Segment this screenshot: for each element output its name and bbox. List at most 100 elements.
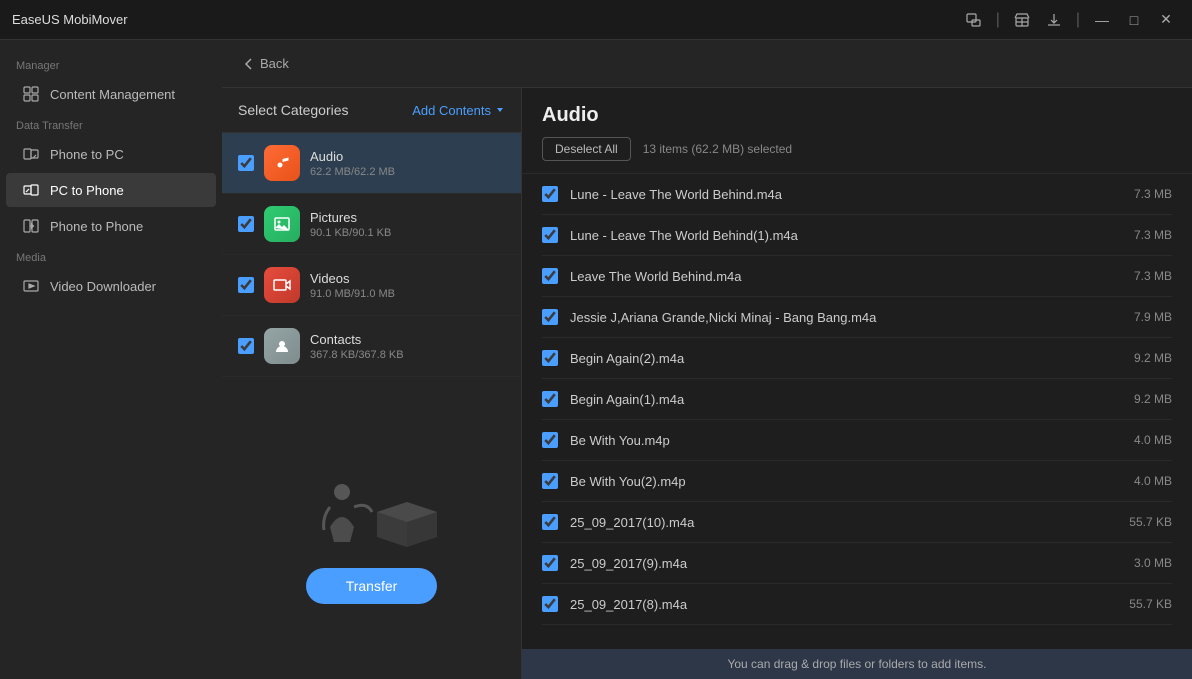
files-header: Audio Deselect All 13 items (62.2 MB) se… [522,88,1192,174]
files-list[interactable]: Lune - Leave The World Behind.m4a 7.3 MB… [522,174,1192,649]
pictures-name: Pictures [310,210,505,225]
file-name-4: Begin Again(2).m4a [570,351,1090,366]
transfer-button[interactable]: Transfer [306,568,438,604]
pictures-icon [264,206,300,242]
transfer-panel: Select Categories Add Contents [222,88,1192,679]
file-item: Lune - Leave The World Behind.m4a 7.3 MB [542,174,1172,215]
file-size-8: 55.7 KB [1102,515,1172,529]
file-name-7: Be With You(2).m4p [570,474,1090,489]
add-contents-button[interactable]: Add Contents [412,103,505,118]
file-checkbox-1[interactable] [542,227,558,243]
categories-header: Select Categories Add Contents [222,88,521,133]
data-transfer-label: Data Transfer [0,112,222,136]
category-contacts[interactable]: Contacts 367.8 KB/367.8 KB [222,316,521,377]
file-checkbox-5[interactable] [542,391,558,407]
sidebar: Manager Content Management Data Transfer [0,40,222,679]
file-name-9: 25_09_2017(9).m4a [570,556,1090,571]
file-name-2: Leave The World Behind.m4a [570,269,1090,284]
minimize-button[interactable]: — [1088,6,1116,34]
file-item: Lune - Leave The World Behind(1).m4a 7.3… [542,215,1172,256]
file-checkbox-6[interactable] [542,432,558,448]
file-checkbox-0[interactable] [542,186,558,202]
file-name-5: Begin Again(1).m4a [570,392,1090,407]
maximize-button[interactable]: □ [1120,6,1148,34]
audio-size: 62.2 MB/62.2 MB [310,166,505,178]
sep1: | [996,11,1000,29]
pc-to-phone-label: PC to Phone [50,183,124,198]
sidebar-item-content-management[interactable]: Content Management [6,77,216,111]
sep2: | [1076,11,1080,29]
file-checkbox-9[interactable] [542,555,558,571]
devices-button[interactable] [960,6,988,34]
file-name-8: 25_09_2017(10).m4a [570,515,1090,530]
back-label: Back [260,56,289,71]
file-size-7: 4.0 MB [1102,474,1172,488]
contacts-icon [264,328,300,364]
file-name-0: Lune - Leave The World Behind.m4a [570,187,1090,202]
selection-info: 13 items (62.2 MB) selected [643,142,792,156]
categories-title: Select Categories [238,102,349,118]
files-controls: Deselect All 13 items (62.2 MB) selected [542,137,1172,161]
file-item: Begin Again(2).m4a 9.2 MB [542,338,1172,379]
file-checkbox-8[interactable] [542,514,558,530]
file-name-6: Be With You.m4p [570,433,1090,448]
file-size-9: 3.0 MB [1102,556,1172,570]
file-checkbox-2[interactable] [542,268,558,284]
back-button[interactable]: Back [242,56,289,71]
file-size-3: 7.9 MB [1102,310,1172,324]
content-management-icon [22,85,40,103]
content-management-label: Content Management [50,87,175,102]
contacts-info: Contacts 367.8 KB/367.8 KB [310,332,505,361]
file-item: 25_09_2017(10).m4a 55.7 KB [542,502,1172,543]
videos-icon [264,267,300,303]
main-layout: Manager Content Management Data Transfer [0,40,1192,679]
store-button[interactable] [1008,6,1036,34]
file-checkbox-10[interactable] [542,596,558,612]
file-size-4: 9.2 MB [1102,351,1172,365]
close-button[interactable]: ✕ [1152,6,1180,34]
sidebar-item-pc-to-phone[interactable]: PC to Phone [6,173,216,207]
phone-to-phone-icon [22,217,40,235]
video-downloader-icon [22,277,40,295]
pictures-checkbox[interactable] [238,216,254,232]
file-item: Leave The World Behind.m4a 7.3 MB [542,256,1172,297]
videos-checkbox[interactable] [238,277,254,293]
media-label: Media [0,244,222,268]
file-checkbox-4[interactable] [542,350,558,366]
deselect-all-button[interactable]: Deselect All [542,137,631,161]
audio-info: Audio 62.2 MB/62.2 MB [310,149,505,178]
file-size-6: 4.0 MB [1102,433,1172,447]
sidebar-item-video-downloader[interactable]: Video Downloader [6,269,216,303]
download-button[interactable] [1040,6,1068,34]
files-title: Audio [542,104,1172,127]
audio-name: Audio [310,149,505,164]
drop-zone: Transfer [222,377,521,679]
file-checkbox-7[interactable] [542,473,558,489]
contacts-name: Contacts [310,332,505,347]
contacts-checkbox[interactable] [238,338,254,354]
add-contents-label: Add Contents [412,103,491,118]
bottom-hint: You can drag & drop files or folders to … [522,649,1192,679]
title-bar: EaseUS MobiMover | | — □ ✕ [0,0,1192,40]
audio-checkbox[interactable] [238,155,254,171]
videos-size: 91.0 MB/91.0 MB [310,288,505,300]
files-panel: Audio Deselect All 13 items (62.2 MB) se… [522,88,1192,679]
video-downloader-label: Video Downloader [50,279,156,294]
manager-label: Manager [0,52,222,76]
category-audio[interactable]: Audio 62.2 MB/62.2 MB [222,133,521,194]
phone-to-pc-icon [22,145,40,163]
sidebar-item-phone-to-pc[interactable]: Phone to PC [6,137,216,171]
category-videos[interactable]: Videos 91.0 MB/91.0 MB [222,255,521,316]
file-size-2: 7.3 MB [1102,269,1172,283]
transfer-label: Transfer [346,578,398,594]
categories-panel: Select Categories Add Contents [222,88,522,679]
file-checkbox-3[interactable] [542,309,558,325]
category-pictures[interactable]: Pictures 90.1 KB/90.1 KB [222,194,521,255]
sidebar-item-phone-to-phone[interactable]: Phone to Phone [6,209,216,243]
audio-icon [264,145,300,181]
content-area: Back Select Categories Add Contents [222,40,1192,679]
title-bar-controls: | | — □ ✕ [960,6,1180,34]
contacts-size: 367.8 KB/367.8 KB [310,349,505,361]
pictures-info: Pictures 90.1 KB/90.1 KB [310,210,505,239]
phone-to-phone-label: Phone to Phone [50,219,143,234]
